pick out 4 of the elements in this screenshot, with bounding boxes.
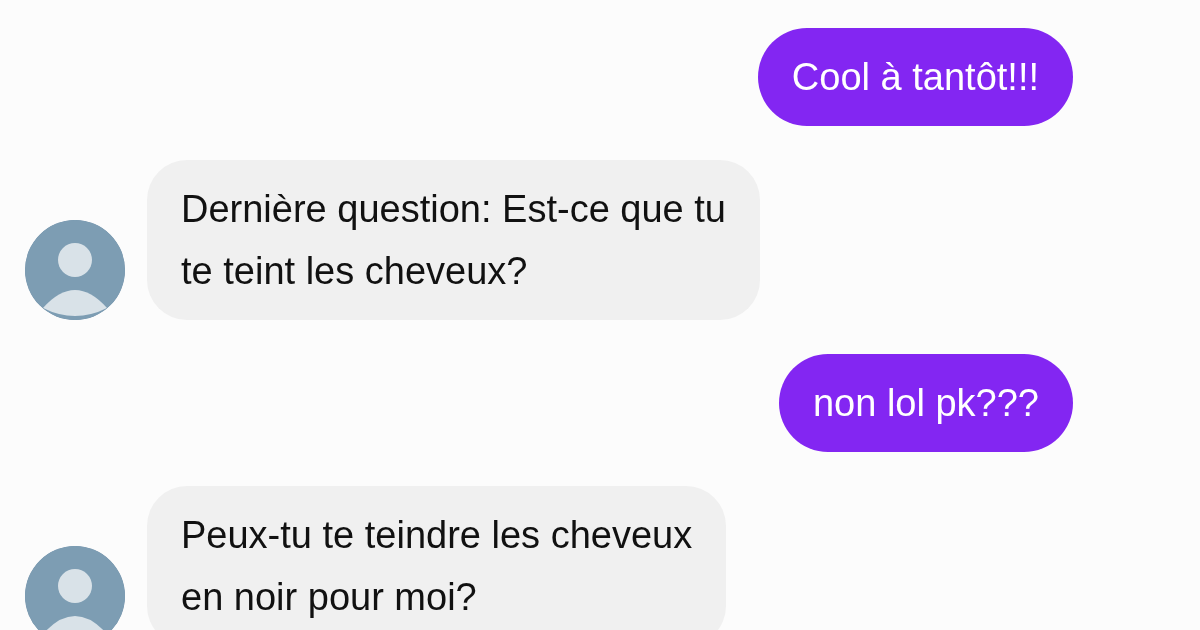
received-message: Dernière question: Est-ce que tu te teint les cheveux?: [147, 160, 760, 320]
received-message: Peux-tu te teindre les cheveux en noir pour moi?: [147, 486, 727, 630]
sent-message: non lol pk???: [778, 354, 1073, 452]
sent-message: Cool à tantôt!!!: [757, 28, 1073, 126]
